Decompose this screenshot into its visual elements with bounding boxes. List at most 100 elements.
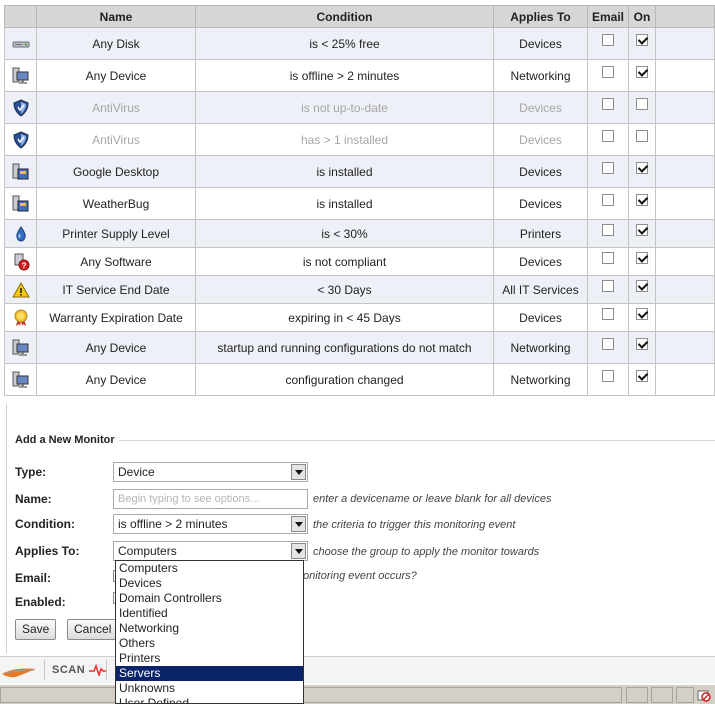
- row-condition[interactable]: is not compliant: [195, 247, 494, 276]
- on-checkbox[interactable]: [636, 66, 648, 79]
- header-condition[interactable]: Condition: [195, 5, 494, 28]
- row-name[interactable]: Google Desktop: [36, 155, 196, 188]
- scan-button[interactable]: SCAN: [52, 663, 107, 678]
- row-condition[interactable]: configuration changed: [195, 363, 494, 396]
- table-row[interactable]: Any Device configuration changed Networkin…: [4, 363, 715, 396]
- table-row[interactable]: Any Device is offline > 2 minutes Networki…: [4, 59, 715, 92]
- row-condition[interactable]: is < 25% free: [195, 27, 494, 60]
- scan-label: SCAN: [52, 664, 86, 676]
- table-row[interactable]: Any Disk is < 25% free Devices: [4, 27, 715, 60]
- condition-select[interactable]: is offline > 2 minutes: [113, 514, 308, 534]
- chevron-down-icon[interactable]: [291, 464, 306, 480]
- applies-to-select[interactable]: Computers: [113, 541, 308, 561]
- row-spacer: [655, 59, 715, 92]
- row-condition[interactable]: is not up-to-date: [195, 91, 494, 124]
- table-row[interactable]: AntiVirus is not up-to-date Devices: [4, 91, 715, 124]
- row-condition[interactable]: startup and running configurations do no…: [195, 331, 494, 364]
- chevron-down-icon[interactable]: [291, 543, 306, 559]
- row-name[interactable]: Any Device: [36, 59, 196, 92]
- on-checkbox[interactable]: [636, 280, 648, 293]
- email-checkbox[interactable]: [602, 338, 614, 351]
- row-name[interactable]: Printer Supply Level: [36, 219, 196, 248]
- on-checkbox[interactable]: [636, 370, 648, 383]
- email-checkbox[interactable]: [602, 252, 614, 265]
- row-name[interactable]: Any Device: [36, 363, 196, 396]
- type-select[interactable]: Device: [113, 462, 308, 482]
- email-checkbox[interactable]: [602, 280, 614, 293]
- table-row[interactable]: AntiVirus has > 1 installed Devices: [4, 123, 715, 156]
- email-checkbox[interactable]: [602, 370, 614, 383]
- header-name[interactable]: Name: [36, 5, 196, 28]
- email-checkbox[interactable]: [602, 162, 614, 175]
- on-checkbox[interactable]: [636, 308, 648, 321]
- row-name[interactable]: WeatherBug: [36, 187, 196, 220]
- row-condition[interactable]: is offline > 2 minutes: [195, 59, 494, 92]
- applies-to-dropdown-list[interactable]: Computers Devices Domain Controllers Ide…: [115, 560, 304, 704]
- app-logo-icon[interactable]: [0, 661, 40, 681]
- table-row[interactable]: Any Device startup and running configurat…: [4, 331, 715, 364]
- header-email[interactable]: Email: [587, 5, 629, 28]
- dropdown-option[interactable]: User Defined: [116, 696, 303, 703]
- name-input[interactable]: Begin typing to see options...: [113, 489, 308, 509]
- name-label: Name:: [15, 492, 52, 506]
- chevron-down-icon[interactable]: [291, 516, 306, 532]
- row-condition[interactable]: is installed: [195, 187, 494, 220]
- table-row[interactable]: ? Any Software is not compliant Devices: [4, 247, 715, 276]
- row-condition[interactable]: expiring in < 45 Days: [195, 303, 494, 332]
- header-applies-to[interactable]: Applies To: [493, 5, 588, 28]
- dropdown-option[interactable]: Devices: [116, 576, 303, 591]
- dropdown-option[interactable]: Printers: [116, 651, 303, 666]
- header-on[interactable]: On: [628, 5, 656, 28]
- dropdown-option[interactable]: Identified: [116, 606, 303, 621]
- row-icon-cell: [4, 59, 37, 92]
- row-spacer: [655, 303, 715, 332]
- monitor-table-body: Any Disk is < 25% free Devices Any Device is…: [4, 27, 715, 396]
- dropdown-option[interactable]: Computers: [116, 561, 303, 576]
- on-checkbox[interactable]: [636, 130, 648, 143]
- save-button[interactable]: Save: [15, 619, 57, 640]
- email-checkbox[interactable]: [602, 224, 614, 237]
- row-email-cell: [587, 59, 629, 92]
- email-checkbox[interactable]: [602, 130, 614, 143]
- row-condition[interactable]: < 30 Days: [195, 275, 494, 304]
- on-checkbox[interactable]: [636, 162, 648, 175]
- on-checkbox[interactable]: [636, 252, 648, 265]
- email-checkbox[interactable]: [602, 34, 614, 47]
- status-pane: [651, 687, 673, 703]
- row-condition[interactable]: has > 1 installed: [195, 123, 494, 156]
- row-email-cell: [587, 27, 629, 60]
- row-condition[interactable]: is installed: [195, 155, 494, 188]
- table-row[interactable]: IT Service End Date < 30 Days All IT Servi…: [4, 275, 715, 304]
- on-checkbox[interactable]: [636, 224, 648, 237]
- email-checkbox[interactable]: [602, 98, 614, 111]
- enabled-label: Enabled:: [15, 595, 66, 609]
- dropdown-option-selected[interactable]: Servers: [116, 666, 303, 681]
- table-row[interactable]: Warranty Expiration Date expiring in < 45…: [4, 303, 715, 332]
- dropdown-option[interactable]: Unknowns: [116, 681, 303, 696]
- on-checkbox[interactable]: [636, 34, 648, 47]
- on-checkbox[interactable]: [636, 194, 648, 207]
- on-checkbox[interactable]: [636, 98, 648, 111]
- row-condition[interactable]: is < 30%: [195, 219, 494, 248]
- table-row[interactable]: Printer Supply Level is < 30% Printers: [4, 219, 715, 248]
- dropdown-option[interactable]: Domain Controllers: [116, 591, 303, 606]
- row-spacer: [655, 331, 715, 364]
- row-name[interactable]: AntiVirus: [36, 123, 196, 156]
- email-checkbox[interactable]: [602, 308, 614, 321]
- email-checkbox[interactable]: [602, 66, 614, 79]
- on-checkbox[interactable]: [636, 338, 648, 351]
- row-name[interactable]: Any Disk: [36, 27, 196, 60]
- dropdown-option[interactable]: Others: [116, 636, 303, 651]
- cancel-button[interactable]: Cancel: [67, 619, 119, 640]
- email-checkbox[interactable]: [602, 194, 614, 207]
- row-name[interactable]: Any Software: [36, 247, 196, 276]
- blocked-content-icon[interactable]: [697, 688, 711, 702]
- table-row[interactable]: Google Desktop is installed Devices: [4, 155, 715, 188]
- row-email-cell: [587, 219, 629, 248]
- row-name[interactable]: Warranty Expiration Date: [36, 303, 196, 332]
- row-name[interactable]: IT Service End Date: [36, 275, 196, 304]
- row-name[interactable]: Any Device: [36, 331, 196, 364]
- dropdown-option[interactable]: Networking: [116, 621, 303, 636]
- row-name[interactable]: AntiVirus: [36, 91, 196, 124]
- table-row[interactable]: WeatherBug is installed Devices: [4, 187, 715, 220]
